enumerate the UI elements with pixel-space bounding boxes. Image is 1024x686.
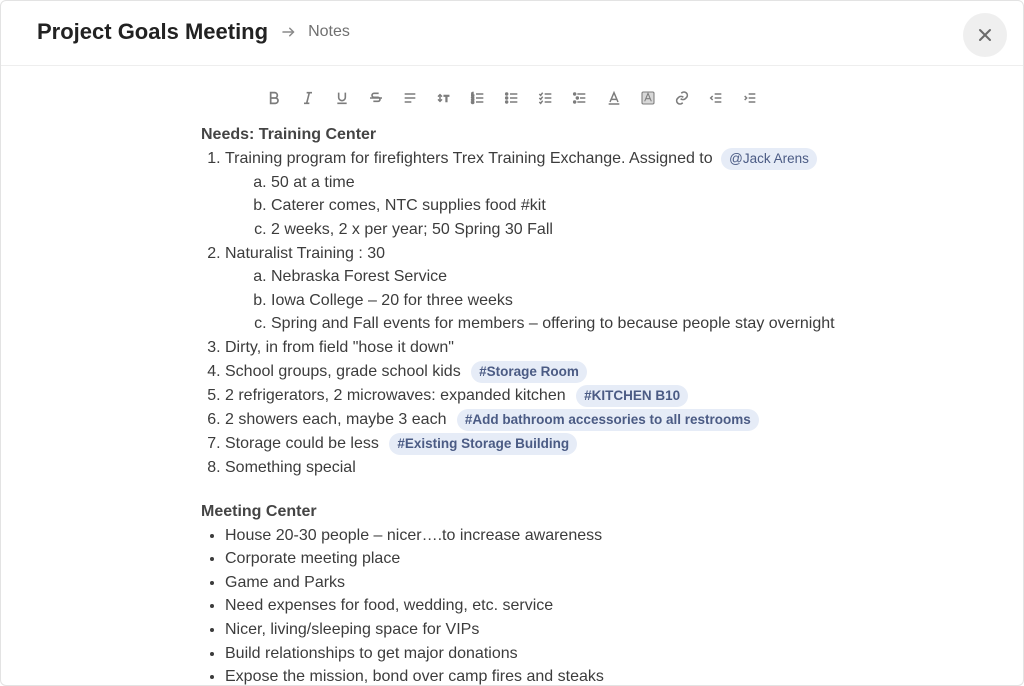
indent-list-icon[interactable] (570, 88, 590, 108)
list-item: Need expenses for food, wedding, etc. se… (225, 595, 987, 617)
outdent-icon[interactable] (706, 88, 726, 108)
list-item: Corporate meeting place (225, 548, 987, 570)
list-item-text: 2 weeks, 2 x per year; 50 Spring 30 Fall (271, 221, 553, 238)
tag-chip[interactable]: #Add bathroom accessories to all restroo… (457, 409, 759, 431)
svg-text:T: T (444, 94, 449, 103)
breadcrumb[interactable]: Notes (308, 23, 350, 41)
ordered-list: Training program for firefighters Trex T… (225, 148, 987, 479)
list-item: Dirty, in from field "hose it down" (225, 337, 987, 359)
list-item-text: 50 at a time (271, 174, 355, 191)
italic-icon[interactable] (298, 88, 318, 108)
list-item: School groups, grade school kids #Storag… (225, 361, 987, 383)
list-item: Iowa College – 20 for three weeks (271, 290, 987, 312)
unordered-list-icon[interactable] (502, 88, 522, 108)
list-item-text: Nebraska Forest Service (271, 268, 447, 285)
list-item-text: 2 refrigerators, 2 microwaves: expanded … (225, 387, 566, 404)
list-item-text: Build relationships to get major donatio… (225, 645, 518, 662)
list-item: House 20-30 people – nicer….to increase … (225, 525, 987, 547)
page-title: Project Goals Meeting (37, 19, 268, 45)
list-item-text: Expose the mission, bond over camp fires… (225, 668, 604, 685)
section-heading: Meeting Center (201, 501, 987, 523)
list-item-text: 2 showers each, maybe 3 each (225, 411, 446, 428)
list-item: Something special (225, 457, 987, 479)
svg-text:3: 3 (471, 99, 474, 104)
text-color-icon[interactable] (604, 88, 624, 108)
list-item-text: Iowa College – 20 for three weeks (271, 292, 513, 309)
list-item-text: Dirty, in from field "hose it down" (225, 339, 454, 356)
close-button[interactable] (963, 13, 1007, 57)
list-item: Game and Parks (225, 572, 987, 594)
list-item-text: Spring and Fall events for members – off… (271, 315, 835, 332)
line-height-icon[interactable]: T (434, 88, 454, 108)
arrow-right-icon (280, 23, 298, 41)
section-heading: Needs: Training Center (201, 124, 987, 146)
bold-icon[interactable] (264, 88, 284, 108)
list-item: Caterer comes, NTC supplies food #kit (271, 195, 987, 217)
list-item-text: Storage could be less (225, 435, 379, 452)
list-item-text: Need expenses for food, wedding, etc. se… (225, 597, 553, 614)
list-item-text: Corporate meeting place (225, 550, 400, 567)
paragraph-align-icon[interactable] (400, 88, 420, 108)
bullet-list: House 20-30 people – nicer….to increase … (225, 525, 987, 686)
list-item-text: Caterer comes, NTC supplies food #kit (271, 197, 546, 214)
strikethrough-icon[interactable] (366, 88, 386, 108)
list-item: 2 weeks, 2 x per year; 50 Spring 30 Fall (271, 219, 987, 241)
list-item-text: House 20-30 people – nicer….to increase … (225, 527, 602, 544)
underline-icon[interactable] (332, 88, 352, 108)
list-item-text: Nicer, living/sleeping space for VIPs (225, 621, 479, 638)
list-item: Storage could be less #Existing Storage … (225, 433, 987, 455)
list-item-text: Training program for firefighters Trex T… (225, 150, 713, 167)
list-item: Spring and Fall events for members – off… (271, 313, 987, 335)
sub-list: 50 at a time Caterer comes, NTC supplies… (271, 172, 987, 241)
tag-chip[interactable]: #KITCHEN B10 (576, 385, 688, 407)
editor-toolbar: T 123 (1, 66, 1023, 120)
app-frame: Project Goals Meeting Notes T 123 Needs:… (0, 0, 1024, 686)
ordered-list-icon[interactable]: 123 (468, 88, 488, 108)
list-item: 50 at a time (271, 172, 987, 194)
list-item: Expose the mission, bond over camp fires… (225, 666, 987, 686)
list-item: Naturalist Training : 30 Nebraska Forest… (225, 243, 987, 335)
list-item: 2 showers each, maybe 3 each #Add bathro… (225, 409, 987, 431)
link-icon[interactable] (672, 88, 692, 108)
list-item-text: Game and Parks (225, 574, 345, 591)
list-item: Training program for firefighters Trex T… (225, 148, 987, 241)
text-highlight-icon[interactable] (638, 88, 658, 108)
sub-list: Nebraska Forest Service Iowa College – 2… (271, 266, 987, 335)
checklist-icon[interactable] (536, 88, 556, 108)
list-item: 2 refrigerators, 2 microwaves: expanded … (225, 385, 987, 407)
list-item-text: Naturalist Training : 30 (225, 245, 385, 262)
list-item-text: Something special (225, 459, 356, 476)
list-item-text: School groups, grade school kids (225, 363, 461, 380)
mention-chip[interactable]: @Jack Arens (721, 148, 817, 170)
document-body[interactable]: Needs: Training Center Training program … (1, 124, 1023, 686)
list-item: Nicer, living/sleeping space for VIPs (225, 619, 987, 641)
tag-chip[interactable]: #Existing Storage Building (389, 433, 577, 455)
header: Project Goals Meeting Notes (1, 1, 1023, 66)
list-item: Build relationships to get major donatio… (225, 643, 987, 665)
indent-icon[interactable] (740, 88, 760, 108)
list-item: Nebraska Forest Service (271, 266, 987, 288)
tag-chip[interactable]: #Storage Room (471, 361, 587, 383)
